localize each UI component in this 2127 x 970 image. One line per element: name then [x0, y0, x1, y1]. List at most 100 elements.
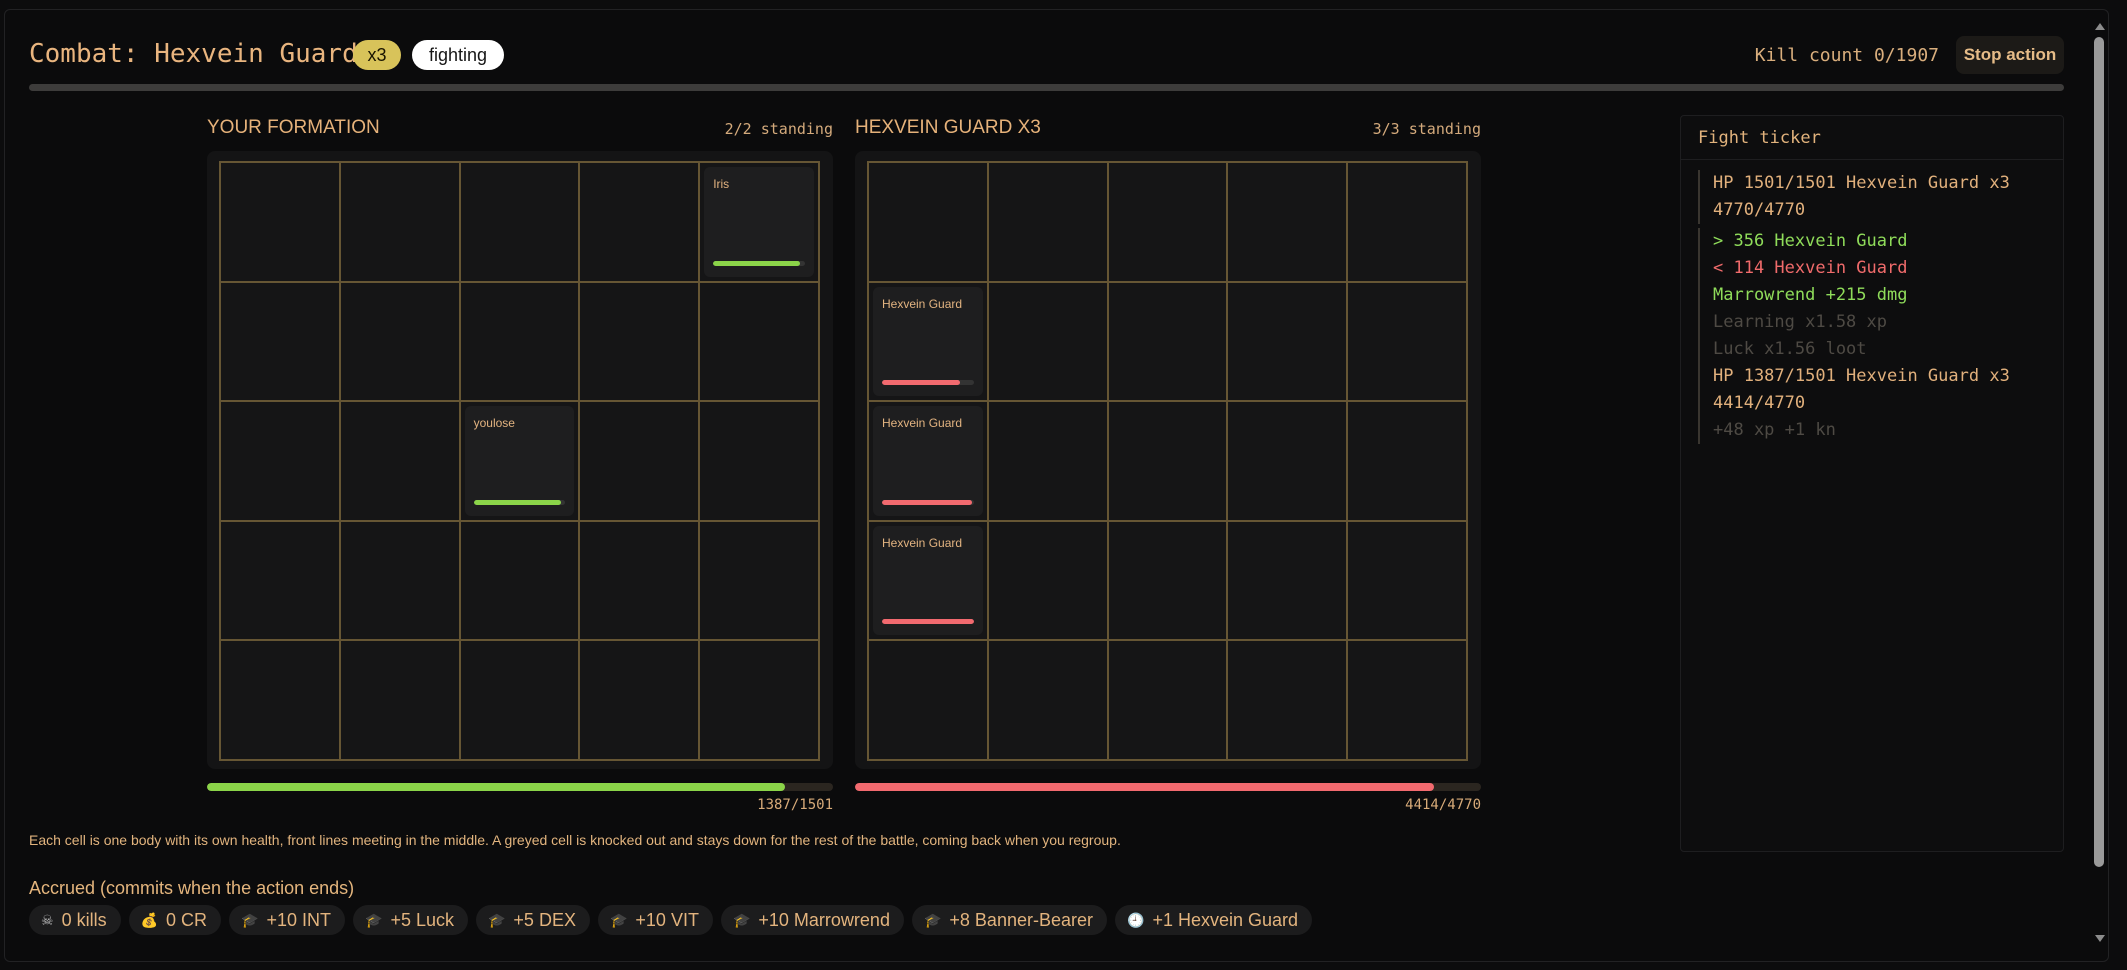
graduation-cap-icon: 🎓 — [365, 912, 383, 928]
scrollbar-thumb[interactable] — [2094, 37, 2104, 867]
accrued-chip: ☠ 0 kills — [29, 905, 121, 935]
accrued-chip-label: +5 Luck — [390, 910, 454, 930]
ticker-group-start: HP 1501/1501 Hexvein Guard x3 4770/4770 — [1698, 170, 2010, 224]
unit-hp-fill — [882, 499, 972, 505]
accrued-chip-label: 0 CR — [166, 910, 208, 930]
accrued-chips: ☠ 0 kills 💰 0 CR 🎓 +10 INT 🎓 +5 Luck 🎓 +5 DEX 🎓 +10… — [29, 905, 1313, 935]
enemy-unit-card[interactable]: Hexvein Guard — [873, 286, 983, 397]
grid-cell — [699, 401, 819, 521]
grid-cell — [1107, 162, 1228, 282]
grid-cell — [1107, 401, 1228, 521]
coin-bag-icon: 💰 — [140, 912, 159, 928]
unit-name: youlose — [473, 416, 515, 431]
grid-cell — [459, 281, 580, 402]
ticker-line: > 356 Hexvein Guard — [1713, 231, 1908, 251]
enemy-label: HEXVEIN GUARD X3 — [855, 117, 1041, 138]
action-progress-bar — [29, 84, 2064, 91]
ally-unit-card[interactable]: youlose — [464, 406, 575, 516]
grid-cell — [987, 162, 1108, 282]
grid-cell — [699, 520, 819, 641]
formation-grid-panel: Iris youlose — [207, 151, 833, 769]
combat-header: Combat: Hexvein Guard x3 fighting Kill c… — [29, 34, 2064, 76]
grid-cell — [1347, 401, 1467, 521]
enemy-total-hp-fill — [855, 783, 1435, 791]
grid-cell — [1107, 640, 1228, 760]
enemy-standing: 3/3 standing — [1372, 120, 1481, 138]
grid-cell — [1347, 281, 1467, 402]
grid-cell[interactable]: Hexvein Guard — [868, 401, 988, 521]
grid-cell[interactable]: Iris — [699, 162, 819, 282]
grid-cell — [220, 401, 340, 521]
scroll-up-arrow-icon[interactable] — [2095, 23, 2105, 30]
grid-cell[interactable]: Hexvein Guard — [868, 520, 988, 641]
grid-cell — [459, 520, 580, 641]
grid-cell — [868, 162, 988, 282]
formation-header: YOUR FORMATION 2/2 standing — [207, 116, 833, 140]
grid-cell — [1227, 401, 1348, 521]
accrued-chip-label: +1 Hexvein Guard — [1152, 910, 1299, 930]
accrued-chip: 🎓 +10 VIT — [597, 905, 713, 935]
grid-cell — [987, 640, 1108, 760]
grid-cell — [579, 162, 700, 282]
scroll-down-arrow-icon[interactable] — [2095, 935, 2105, 942]
page-title: Combat: Hexvein Guard — [29, 39, 358, 69]
grid-cell — [579, 401, 700, 521]
enemy-total-hp-bar — [855, 783, 1481, 791]
accrued-chip-label: +10 INT — [266, 910, 331, 930]
ticker-line: +48 xp +1 kn — [1713, 420, 1836, 440]
graduation-cap-icon: 🎓 — [487, 912, 506, 928]
accrued-chip: 🎓 +5 DEX — [475, 905, 590, 935]
unit-name: Hexvein Guard — [882, 535, 963, 550]
ticker-line: 4414/4770 — [1713, 393, 1806, 413]
accrued-chip: 💰 0 CR — [128, 905, 222, 935]
grid-cell — [579, 281, 700, 402]
accrued-chip: 🎓 +8 Banner-Bearer — [911, 905, 1107, 935]
unit-hp-bar — [882, 499, 974, 505]
enemy-grid-panel: Hexvein Guard Hexvein Guard Hexvein Guard — [855, 151, 1481, 769]
fight-ticker[interactable]: Fight ticker HP 1501/1501 Hexvein Guard … — [1680, 115, 2064, 852]
accrued-title: Accrued (commits when the action ends) — [29, 878, 355, 898]
unit-hp-fill — [473, 499, 561, 505]
grid-cell — [1347, 162, 1467, 282]
formation-standing: 2/2 standing — [724, 120, 833, 138]
enemy-grid: Hexvein Guard Hexvein Guard Hexvein Guard — [867, 161, 1468, 761]
ticker-line: 4770/4770 — [1713, 200, 1806, 220]
unit-hp-bar — [473, 499, 566, 505]
accrued-chip-label: +8 Banner-Bearer — [949, 910, 1093, 930]
formation-total-hp: 1387/1501 — [757, 797, 833, 813]
accrued-chip-label: +10 Marrowrend — [758, 910, 890, 930]
grid-cell — [339, 162, 460, 282]
stop-action-button[interactable]: Stop action — [1956, 36, 2064, 74]
grid-cell — [1227, 640, 1348, 760]
grid-cell — [1347, 640, 1467, 760]
scrollbar[interactable] — [2092, 10, 2106, 960]
status-badge: fighting — [412, 40, 504, 70]
enemy-unit-card[interactable]: Hexvein Guard — [873, 525, 983, 636]
accrued-chip: 🎓 +5 Luck — [353, 905, 468, 935]
grid-cell — [987, 520, 1108, 641]
enemy-unit-card[interactable]: Hexvein Guard — [873, 406, 983, 516]
unit-name: Hexvein Guard — [882, 296, 963, 311]
grid-cell — [459, 162, 580, 282]
ally-unit-card[interactable]: Iris — [704, 167, 814, 277]
grid-cell[interactable]: youlose — [459, 401, 580, 521]
grid-cell — [579, 520, 700, 641]
formation-grid: Iris youlose — [219, 161, 820, 761]
grid-cell — [220, 520, 340, 641]
grid-cell — [1347, 520, 1467, 641]
grid-cell[interactable]: Hexvein Guard — [868, 281, 988, 402]
grid-cell — [579, 640, 700, 760]
grid-cell — [1227, 281, 1348, 402]
clock-icon: 🕘 — [1127, 912, 1145, 928]
unit-name: Hexvein Guard — [882, 416, 963, 431]
accrued-chip: 🎓 +10 INT — [229, 905, 345, 935]
grid-cell — [459, 640, 580, 760]
graduation-cap-icon: 🎓 — [241, 912, 259, 928]
grid-cell — [220, 281, 340, 402]
ticker-line: < 114 Hexvein Guard — [1713, 258, 1908, 278]
enemy-count-badge: x3 — [353, 40, 401, 70]
skull-icon: ☠ — [41, 912, 54, 928]
ticker-line: Learning x1.58 xp — [1713, 312, 1887, 332]
ticker-line: HP 1501/1501 Hexvein Guard x3 — [1713, 173, 2010, 193]
grid-cell — [987, 281, 1108, 402]
